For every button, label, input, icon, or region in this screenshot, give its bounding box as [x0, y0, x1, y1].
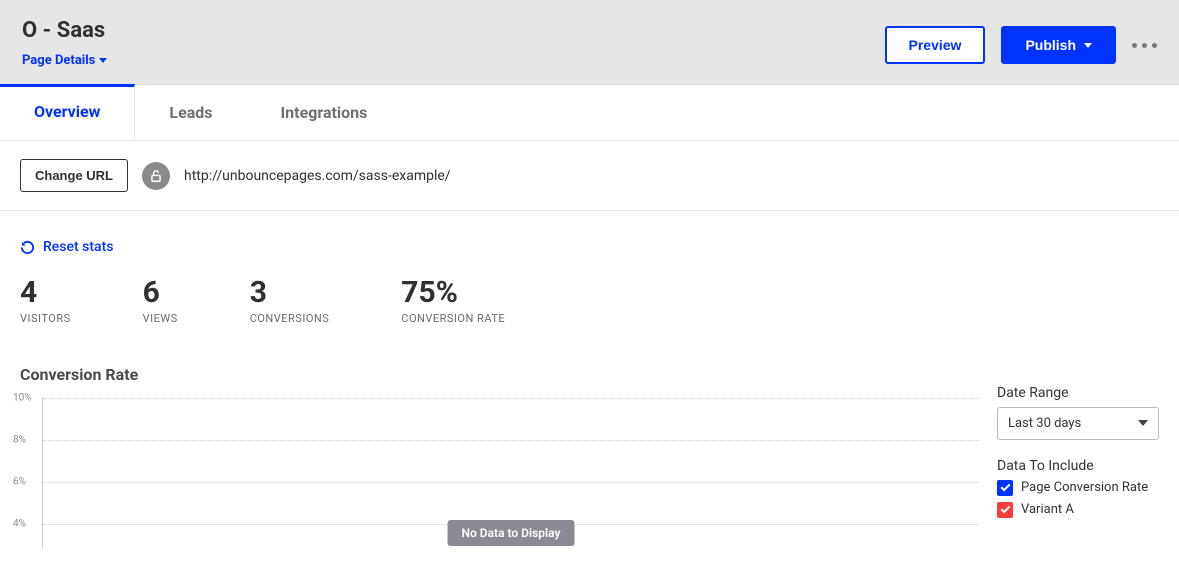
chevron-down-icon — [99, 58, 107, 63]
page-title: O - Saas — [22, 18, 107, 43]
stat-label: VIEWS — [143, 312, 178, 325]
page-url: http://unbouncepages.com/sass-example/ — [184, 168, 451, 184]
stat-label: VISITORS — [20, 312, 71, 325]
date-range-select[interactable]: Last 30 days — [997, 407, 1159, 440]
stat-conversion-rate: 75% CONVERSION RATE — [401, 275, 505, 325]
y-tick: 4% — [13, 518, 26, 529]
chart-area: Conversion Rate 10% 8% 6% 4% No Data to … — [20, 365, 1159, 548]
header-actions: Preview Publish — [885, 26, 1158, 64]
data-include-label: Data To Include — [997, 458, 1159, 474]
stat-value: 75% — [401, 275, 505, 310]
y-tick: 8% — [13, 434, 26, 445]
chart-block: Conversion Rate 10% 8% 6% 4% No Data to … — [20, 365, 979, 548]
no-data-badge: No Data to Display — [448, 520, 575, 546]
stat-views: 6 VIEWS — [143, 275, 178, 325]
chart-title: Conversion Rate — [20, 365, 979, 384]
chevron-down-icon — [1084, 43, 1092, 48]
refresh-icon — [20, 240, 35, 255]
chevron-down-icon — [1138, 420, 1148, 426]
stat-conversions: 3 CONVERSIONS — [250, 275, 330, 325]
conversion-rate-chart: 10% 8% 6% 4% No Data to Display — [42, 398, 979, 548]
reset-stats-link[interactable]: Reset stats — [20, 239, 113, 255]
y-tick: 10% — [13, 392, 32, 403]
checkbox-label: Page Conversion Rate — [1021, 480, 1148, 495]
overview-content: Reset stats 4 VISITORS 6 VIEWS 3 CONVERS… — [0, 211, 1179, 548]
stat-label: CONVERSION RATE — [401, 312, 505, 325]
y-tick: 6% — [13, 476, 26, 487]
reset-stats-label: Reset stats — [43, 239, 113, 255]
checkbox-icon — [997, 480, 1013, 496]
stats-row: 4 VISITORS 6 VIEWS 3 CONVERSIONS 75% CON… — [20, 275, 1159, 325]
checkbox-icon — [997, 502, 1013, 518]
change-url-button[interactable]: Change URL — [20, 159, 128, 192]
preview-button[interactable]: Preview — [885, 26, 986, 64]
tabs: Overview Leads Integrations — [0, 85, 1179, 141]
header-left: O - Saas Page Details — [22, 18, 107, 68]
stat-value: 4 — [20, 275, 71, 310]
date-range-value: Last 30 days — [1008, 416, 1081, 431]
stat-label: CONVERSIONS — [250, 312, 330, 325]
include-page-conversion-rate[interactable]: Page Conversion Rate — [997, 480, 1159, 496]
tab-integrations[interactable]: Integrations — [247, 85, 402, 140]
stat-value: 3 — [250, 275, 330, 310]
page-details-dropdown[interactable]: Page Details — [22, 53, 107, 68]
chart-controls: Date Range Last 30 days Data To Include … — [979, 365, 1159, 524]
publish-label: Publish — [1025, 37, 1076, 53]
unlock-icon[interactable] — [142, 162, 170, 190]
publish-button[interactable]: Publish — [1001, 26, 1116, 64]
page-details-label: Page Details — [22, 53, 95, 68]
date-range-label: Date Range — [997, 385, 1159, 401]
tab-overview[interactable]: Overview — [0, 84, 135, 140]
header-bar: O - Saas Page Details Preview Publish — [0, 0, 1179, 85]
include-variant-a[interactable]: Variant A — [997, 502, 1159, 518]
stat-value: 6 — [143, 275, 178, 310]
tab-leads[interactable]: Leads — [135, 85, 246, 140]
url-row: Change URL http://unbouncepages.com/sass… — [0, 141, 1179, 211]
stat-visitors: 4 VISITORS — [20, 275, 71, 325]
more-menu-button[interactable] — [1132, 43, 1157, 48]
checkbox-label: Variant A — [1021, 502, 1074, 517]
